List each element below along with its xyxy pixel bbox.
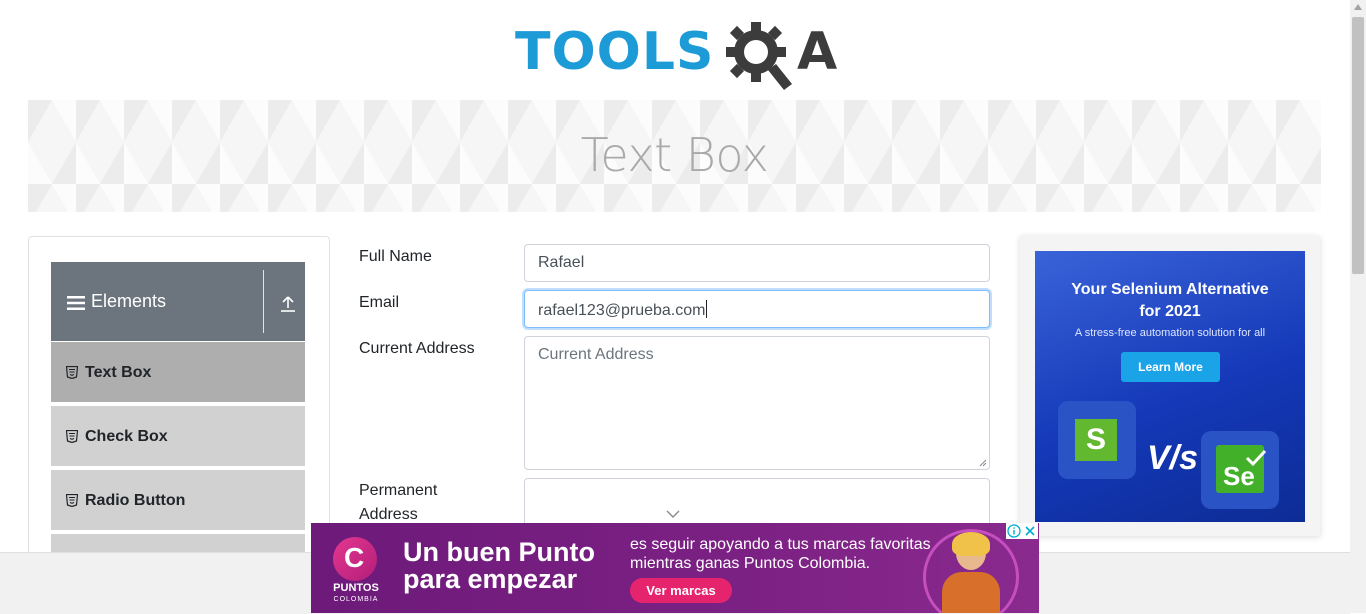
html5-icon	[66, 430, 78, 443]
html5-icon	[66, 366, 78, 379]
collapse-upload-icon[interactable]	[279, 295, 297, 313]
gear-magnifier-icon	[726, 22, 792, 90]
logo-text-a: A	[797, 22, 838, 82]
ad-headline-line2: para empezar	[403, 564, 578, 594]
ad-subtitle: A stress-free automation solution for al…	[1074, 327, 1266, 339]
email-value: rafael123@prueba.com	[538, 302, 706, 319]
ad-text: es seguir apoyando a tus marcas favorita…	[630, 535, 931, 573]
permanent-address-label-line1: Permanent	[359, 482, 438, 499]
sidebar-item-check-box[interactable]: Check Box	[51, 406, 305, 468]
chevron-down-icon	[666, 510, 680, 518]
sidebar-item-label: Radio Button	[85, 492, 186, 509]
current-address-textarea[interactable]: Current Address	[524, 336, 990, 470]
left-navigation-panel: Elements Text Box Check Box Radio Button	[28, 236, 330, 596]
full-name-input[interactable]: Rafael	[524, 244, 990, 282]
page-title: Text Box	[580, 128, 769, 182]
ad-person-image	[923, 529, 1019, 613]
email-label: Email	[359, 294, 400, 311]
sidebar-item-label: Check Box	[85, 428, 168, 445]
ad-text-line2: mientras ganas Puntos Colombia.	[630, 555, 871, 572]
text-cursor	[706, 300, 708, 318]
hamburger-icon	[67, 296, 85, 310]
checkmark-icon	[1245, 449, 1267, 467]
versus-text: V/s	[1147, 439, 1199, 477]
info-icon[interactable]	[1007, 524, 1021, 538]
full-name-value: Rafael	[538, 254, 585, 271]
logo-sub: COLOMBIA	[333, 596, 379, 603]
learn-more-button[interactable]: Learn More	[1121, 352, 1220, 382]
ad-headline-line1: Your Selenium Alternative	[1071, 281, 1269, 298]
logo-letter: S	[1086, 423, 1107, 456]
ad-headline-line2: for 2021	[1139, 303, 1201, 320]
sidebar-item-radio-button[interactable]: Radio Button	[51, 470, 305, 532]
ad-headline: Your Selenium Alternative for 2021	[1035, 279, 1305, 323]
close-icon[interactable]	[1023, 524, 1037, 538]
ad-text-line1: es seguir apoyando a tus marcas favorita…	[630, 536, 931, 553]
bottom-ad[interactable]: C PUNTOS COLOMBIA Un buen Punto para emp…	[311, 523, 1039, 613]
logo-brand: PUNTOS	[333, 582, 379, 594]
ver-marcas-button[interactable]: Ver marcas	[630, 578, 732, 603]
ad-choices-controls	[1006, 523, 1038, 539]
vertical-scrollbar[interactable]	[1350, 0, 1366, 613]
toolsqa-logo[interactable]: TOOLS A	[515, 14, 845, 92]
elements-group-header[interactable]: Elements	[51, 262, 305, 341]
header-divider	[263, 270, 264, 333]
puntos-logo-text: PUNTOS COLOMBIA	[327, 583, 385, 605]
email-value-wrap: rafael123@prueba.com	[538, 300, 708, 320]
scrollbar-thumb[interactable]	[1352, 17, 1364, 274]
current-address-placeholder: Current Address	[538, 346, 654, 363]
email-input[interactable]: rafael123@prueba.com	[524, 290, 990, 328]
ad-headline: Un buen Punto para empezar	[403, 539, 595, 593]
html5-icon	[66, 494, 78, 507]
logo-letter: C	[344, 542, 365, 573]
resize-handle-icon[interactable]	[979, 459, 987, 467]
scroll-up-arrow-icon[interactable]	[1354, 4, 1362, 10]
current-address-label: Current Address	[359, 340, 475, 357]
group-title: Elements	[91, 291, 167, 311]
logo-text-tools: TOOLS	[515, 22, 715, 82]
page-banner: Text Box	[28, 100, 1321, 212]
sidebar-item-text-box[interactable]: Text Box	[51, 342, 305, 404]
selenium-logo: Se	[1201, 431, 1279, 509]
permanent-address-label: Permanent Address	[359, 479, 437, 527]
page: TOOLS A Text Box Elements Text Box Check…	[0, 0, 1350, 614]
person-body	[942, 572, 1000, 613]
ad-headline-line1: Un buen Punto	[403, 537, 595, 567]
sidebar-item-label: Text Box	[85, 364, 152, 381]
right-ad[interactable]: Your Selenium Alternative for 2021 A str…	[1035, 251, 1305, 522]
person-hair	[952, 532, 990, 556]
puntos-logo-icon: C	[333, 537, 377, 581]
katalon-logo: S	[1058, 401, 1136, 479]
full-name-label: Full Name	[359, 248, 432, 265]
